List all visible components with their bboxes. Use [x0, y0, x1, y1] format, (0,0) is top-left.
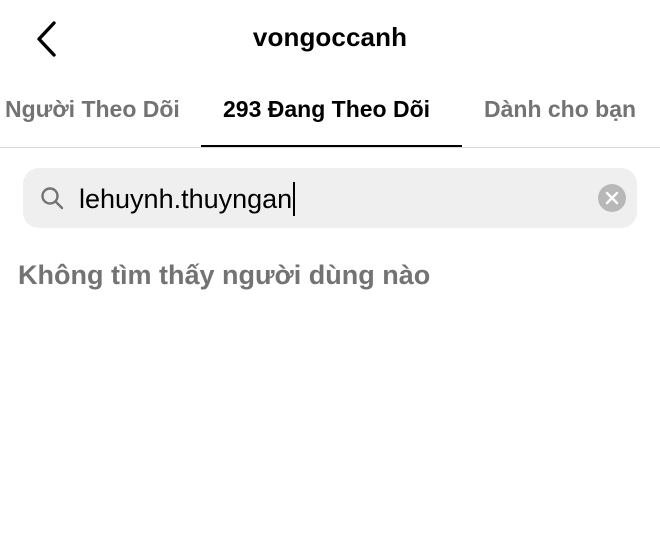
text-caret	[293, 182, 296, 216]
search-bar[interactable]: lehuynh.thuyngan	[23, 168, 637, 228]
tab-following[interactable]: 293 Đang Theo Dõi	[223, 96, 430, 136]
page-title: vongoccanh	[252, 22, 408, 52]
search-input[interactable]: lehuynh.thuyngan	[79, 182, 296, 216]
clear-search-button[interactable]	[598, 184, 626, 212]
tab-bar: Người Theo Dõi 293 Đang Theo Dõi Dành ch…	[0, 90, 660, 148]
tab-followers[interactable]: Người Theo Dõi	[5, 96, 180, 136]
divider	[0, 147, 660, 148]
tab-suggested[interactable]: Dành cho bạn	[484, 96, 636, 136]
empty-results-message: Không tìm thấy người dùng nào	[18, 260, 431, 290]
screen: vongoccanh Người Theo Dõi 293 Đang Theo …	[0, 0, 660, 552]
clear-icon	[605, 191, 619, 205]
search-icon	[41, 187, 64, 210]
search-input-value: lehuynh.thuyngan	[79, 183, 293, 214]
header: vongoccanh	[0, 0, 660, 78]
